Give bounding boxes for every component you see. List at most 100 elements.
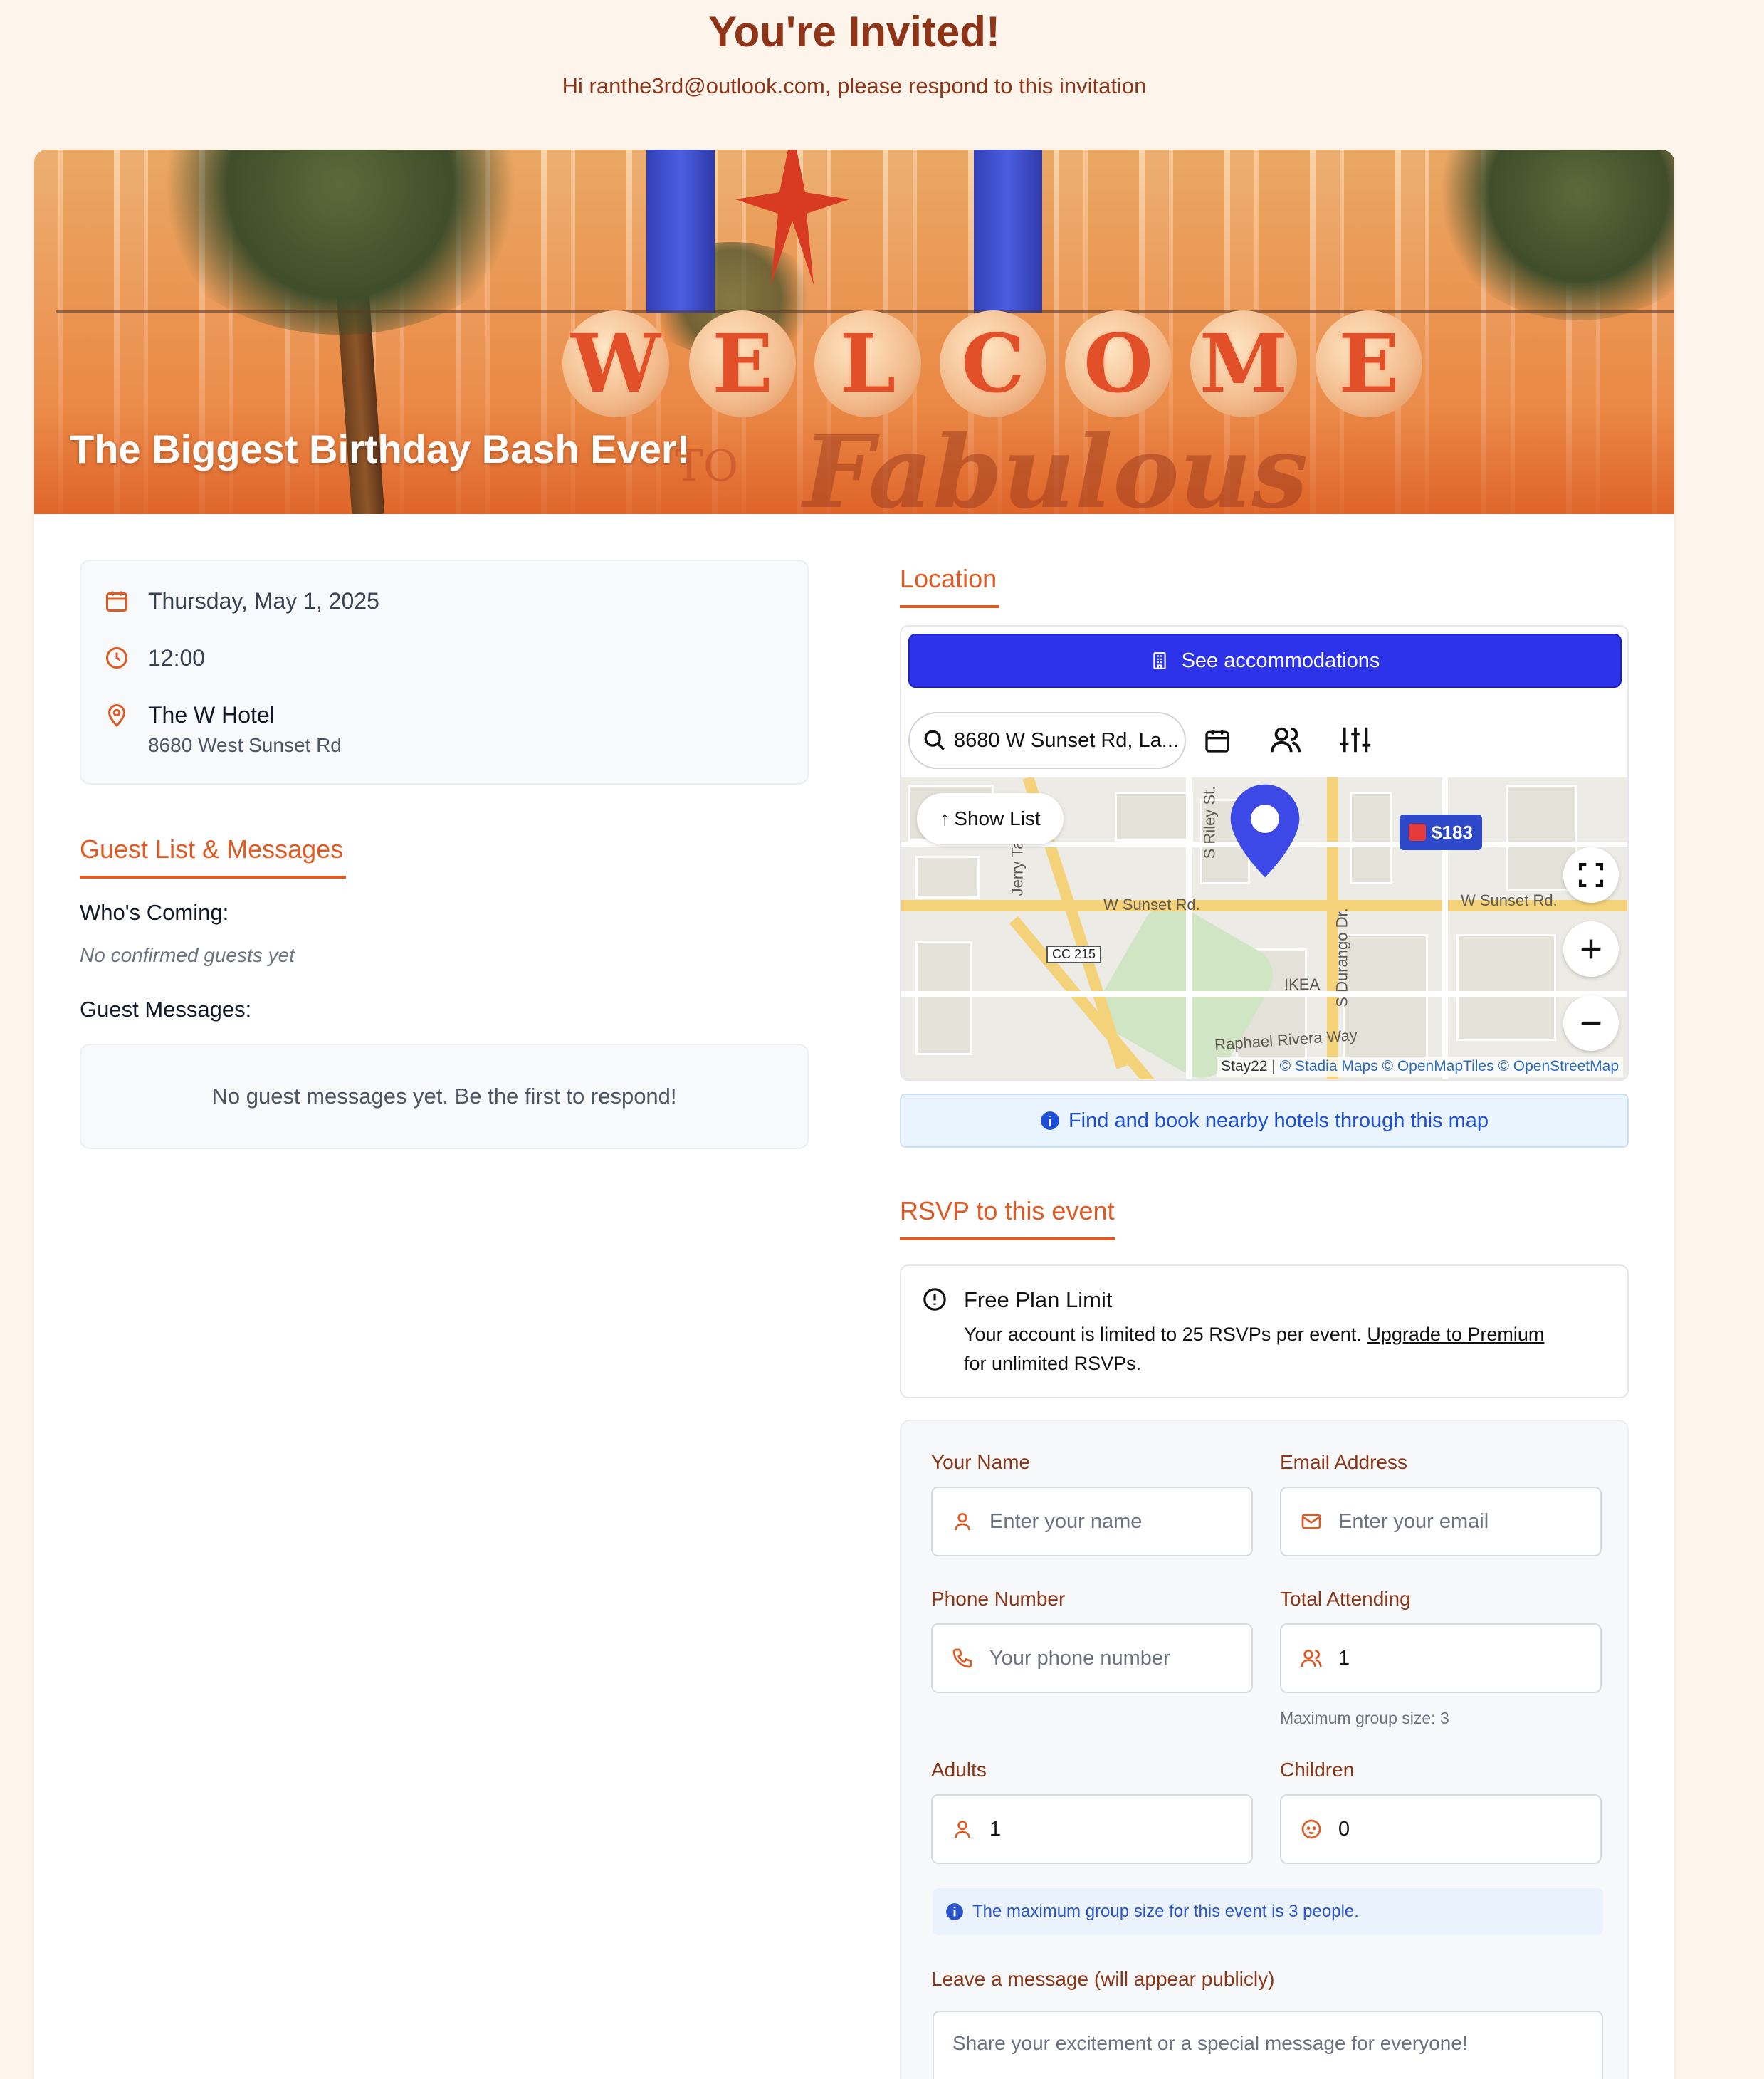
map-filters-button[interactable] xyxy=(1338,723,1372,760)
sign-letter: O xyxy=(1065,310,1172,417)
map-label: W Sunset Rd. xyxy=(1461,891,1558,909)
hotel-icon xyxy=(1409,824,1427,841)
see-accommodations-button[interactable]: See accommodations xyxy=(908,634,1622,688)
sign-letter: M xyxy=(1190,310,1297,417)
mail-icon xyxy=(1301,1514,1321,1529)
sign-letter: E xyxy=(689,310,796,417)
message-placeholder: Share your excitement or a special messa… xyxy=(952,2032,1468,2054)
phone-icon xyxy=(952,1648,972,1668)
venue-row: The W Hotel 8680 West Sunset Rd xyxy=(104,702,342,757)
map-label: IKEA xyxy=(1284,975,1321,993)
no-messages-text: No guest messages yet. Be the first to r… xyxy=(211,1084,677,1109)
user-icon xyxy=(955,1821,970,1838)
fullscreen-button[interactable] xyxy=(1563,847,1619,903)
upgrade-premium-link[interactable]: Upgrade to Premium xyxy=(1367,1324,1544,1345)
info-icon xyxy=(1041,1111,1059,1130)
map-label: S Durango Dr. xyxy=(1333,908,1351,1007)
rsvp-heading: RSVP to this event xyxy=(900,1196,1115,1225)
message-textarea[interactable]: Share your excitement or a special messa… xyxy=(933,2011,1603,2079)
zoom-out-button[interactable] xyxy=(1563,995,1619,1051)
total-attending-input[interactable]: 1 xyxy=(1280,1623,1602,1693)
minus-icon xyxy=(1581,1021,1601,1025)
map-label: CC 215 xyxy=(1046,946,1102,963)
sign-letter: E xyxy=(1316,310,1422,417)
message-label: Leave a message (will appear publicly) xyxy=(931,1968,1275,1990)
map-search-value: 8680 W Sunset Rd, La... xyxy=(954,728,1179,752)
event-title: The Biggest Birthday Bash Ever! xyxy=(70,426,691,471)
heading-underline xyxy=(900,605,999,608)
map-attribution: Stay22 | © Stadia Maps © OpenMapTiles © … xyxy=(1217,1057,1623,1077)
users-icon xyxy=(1270,727,1301,753)
map-label: S Riley St. xyxy=(1200,785,1219,859)
phone-placeholder: Your phone number xyxy=(989,1646,1170,1670)
show-list-button[interactable]: ↑ Show List xyxy=(917,793,1064,844)
sign-pole xyxy=(974,150,1042,313)
location-pin-icon[interactable] xyxy=(1224,780,1306,885)
venue-name: The W Hotel xyxy=(148,702,275,728)
map-canvas[interactable]: W Sunset Rd. W Sunset Rd. S Riley St. S … xyxy=(901,777,1627,1079)
building-icon xyxy=(1153,652,1166,669)
location-heading: Location xyxy=(900,564,997,593)
map-pin-icon xyxy=(107,704,126,728)
hotel-note-text: Find and book nearby hotels through this… xyxy=(1068,1109,1489,1132)
event-time: 12:00 xyxy=(148,645,206,671)
hero-banner: W E L C O M E TO Fabulous The Biggest Bi… xyxy=(34,150,1674,514)
map-label: W Sunset Rd. xyxy=(1103,896,1200,913)
children-input[interactable]: 0 xyxy=(1280,1794,1602,1864)
phone-input[interactable]: Your phone number xyxy=(931,1623,1253,1693)
phone-label: Phone Number xyxy=(931,1588,1066,1610)
max-group-hint: Maximum group size: 3 xyxy=(1280,1709,1449,1727)
limit-text: Your account is limited to 25 RSVPs per … xyxy=(964,1320,1605,1378)
hotel-note: Find and book nearby hotels through this… xyxy=(900,1094,1629,1148)
event-date: Thursday, May 1, 2025 xyxy=(148,588,379,614)
zoom-in-button[interactable] xyxy=(1563,921,1619,977)
limit-text-before: Your account is limited to 25 RSVPs per … xyxy=(964,1324,1367,1345)
adults-input[interactable]: 1 xyxy=(931,1794,1253,1864)
adults-value: 1 xyxy=(989,1817,1002,1840)
sign-pole xyxy=(646,150,715,313)
attribution-links[interactable]: © Stadia Maps © OpenMapTiles © OpenStree… xyxy=(1280,1058,1619,1074)
page-title: You're Invited! xyxy=(708,8,1000,56)
user-icon xyxy=(955,1513,970,1531)
no-guests-text: No confirmed guests yet xyxy=(80,944,295,966)
name-placeholder: Enter your name xyxy=(989,1509,1143,1533)
time-row: 12:00 xyxy=(104,645,205,671)
total-attending-label: Total Attending xyxy=(1280,1588,1411,1610)
name-input[interactable]: Enter your name xyxy=(931,1487,1253,1556)
children-label: Children xyxy=(1280,1759,1355,1781)
alert-circle-icon xyxy=(923,1288,946,1311)
sign-letter: L xyxy=(814,310,921,417)
whos-coming-label: Who's Coming: xyxy=(80,900,229,925)
guest-section-heading: Guest List & Messages xyxy=(80,834,344,864)
map-guests-button[interactable] xyxy=(1269,723,1303,760)
arrow-up-icon: ↑ xyxy=(940,807,950,829)
adults-label: Adults xyxy=(931,1759,987,1781)
event-card: W E L C O M E TO Fabulous The Biggest Bi… xyxy=(34,150,1674,2079)
calendar-icon xyxy=(106,591,127,612)
total-attending-value: 1 xyxy=(1338,1646,1350,1670)
children-value: 0 xyxy=(1338,1817,1350,1840)
guest-messages-box: No guest messages yet. Be the first to r… xyxy=(80,1044,809,1149)
plus-icon xyxy=(1581,939,1601,959)
max-group-note-text: The maximum group size for this event is… xyxy=(972,1902,1359,1921)
heading-underline xyxy=(80,876,346,879)
users-icon xyxy=(1301,1650,1322,1667)
search-icon xyxy=(924,730,945,750)
free-plan-limit-alert: Free Plan Limit Your account is limited … xyxy=(900,1264,1629,1398)
hotel-price-marker[interactable]: $183 xyxy=(1400,815,1482,850)
sign-letter: W xyxy=(562,310,669,417)
star-decoration xyxy=(735,150,849,285)
show-list-label: Show List xyxy=(954,807,1041,829)
attribution-prefix: Stay22 | xyxy=(1221,1058,1280,1074)
map-calendar-button[interactable] xyxy=(1203,726,1232,758)
limit-text-after: for unlimited RSVPs. xyxy=(964,1353,1142,1374)
palm-fronds xyxy=(1429,150,1674,320)
info-icon xyxy=(946,1903,963,1920)
rsvp-form: Your Name Enter your name Email Address … xyxy=(900,1420,1629,2079)
email-input[interactable]: Enter your email xyxy=(1280,1487,1602,1556)
clock-icon xyxy=(106,647,127,669)
map-widget: See accommodations 8680 W Sunset Rd, La.… xyxy=(900,625,1629,1081)
map-search-input[interactable]: 8680 W Sunset Rd, La... xyxy=(908,712,1186,769)
page-subtitle: Hi ranthe3rd@outlook.com, please respond… xyxy=(562,73,1147,98)
max-group-note: The maximum group size for this event is… xyxy=(933,1888,1603,1935)
